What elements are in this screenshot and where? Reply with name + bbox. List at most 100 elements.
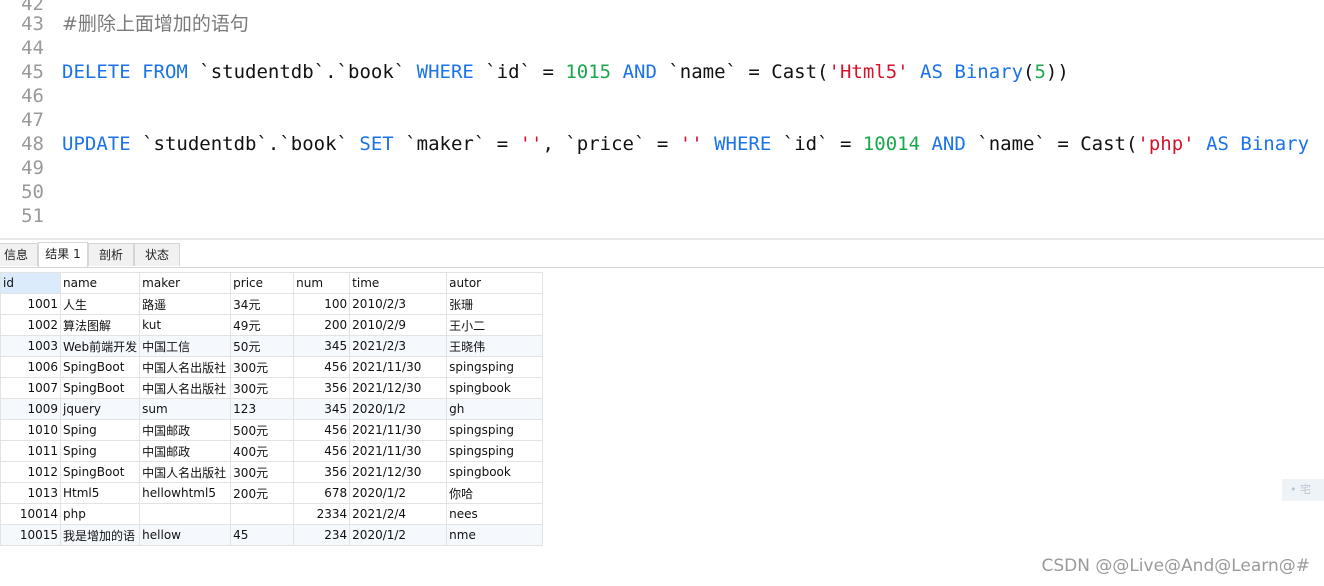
cell-name[interactable]: 人生 — [59, 293, 141, 315]
column-header-maker[interactable]: maker — [139, 272, 232, 294]
cell-maker[interactable]: 中国工信 — [139, 335, 232, 357]
cell-autor[interactable]: spingbook — [446, 461, 544, 483]
cell-price[interactable]: 200元 — [230, 482, 295, 504]
column-header-num[interactable]: num — [293, 272, 351, 294]
tab-profile[interactable]: 剖析 — [88, 243, 134, 266]
table-row[interactable]: 1009 jquery sum 123 345 2020/1/2 gh — [0, 398, 544, 420]
table-row[interactable]: 1003 Web前端开发 中国工信 50元 345 2021/2/3 王晓伟 — [0, 335, 544, 357]
cell-id[interactable]: 1011 — [0, 440, 61, 462]
cell-maker[interactable]: 中国邮政 — [139, 419, 232, 441]
code-line[interactable]: 47 — [0, 108, 1324, 132]
cell-time[interactable]: 2021/11/30 — [349, 440, 448, 462]
cell-autor[interactable]: 你哈 — [446, 482, 544, 504]
cell-name[interactable]: SpingBoot — [59, 377, 141, 399]
cell-price[interactable]: 45 — [230, 524, 295, 546]
cell-name[interactable]: SpingBoot — [59, 461, 141, 483]
cell-time[interactable]: 2020/1/2 — [349, 398, 448, 420]
table-row[interactable]: 10015 我是增加的语 hellow 45 234 2020/1/2 nme — [0, 524, 544, 546]
cell-price[interactable]: 49元 — [230, 314, 295, 336]
cell-num[interactable]: 345 — [293, 335, 351, 357]
cell-maker[interactable]: sum — [139, 398, 232, 420]
cell-time[interactable]: 2021/2/4 — [349, 503, 448, 525]
cell-id[interactable]: 1010 — [0, 419, 61, 441]
code-line[interactable]: 46 — [0, 84, 1324, 108]
cell-name[interactable]: Sping — [59, 419, 141, 441]
cell-id[interactable]: 1002 — [0, 314, 61, 336]
cell-time[interactable]: 2010/2/3 — [349, 293, 448, 315]
column-header-price[interactable]: price — [230, 272, 295, 294]
column-header-time[interactable]: time — [349, 272, 448, 294]
cell-price[interactable] — [230, 503, 295, 525]
code-line[interactable]: 51 — [0, 204, 1324, 228]
cell-num[interactable]: 100 — [293, 293, 351, 315]
column-header-id[interactable]: id — [0, 272, 61, 294]
cell-id[interactable]: 1006 — [0, 356, 61, 378]
cell-id[interactable]: 10014 — [0, 503, 61, 525]
code-line[interactable]: 48 UPDATE `studentdb`.`book` SET `maker` … — [0, 132, 1324, 156]
cell-autor[interactable]: 王小二 — [446, 314, 544, 336]
sql-editor[interactable]: 42 43 #删除上面增加的语句 44 45 DELETE FROM `studentdb… — [0, 0, 1324, 240]
cell-maker[interactable]: hellowhtml5 — [139, 482, 232, 504]
table-row[interactable]: 1002 算法图解 kut 49元 200 2010/2/9 王小二 — [0, 314, 544, 336]
cell-name[interactable]: 我是增加的语 — [59, 524, 141, 546]
cell-name[interactable]: jquery — [59, 398, 141, 420]
cell-name[interactable]: SpingBoot — [59, 356, 141, 378]
column-header-autor[interactable]: autor — [446, 272, 544, 294]
cell-price[interactable]: 500元 — [230, 419, 295, 441]
cell-autor[interactable]: spingbook — [446, 377, 544, 399]
cell-price[interactable]: 50元 — [230, 335, 295, 357]
code-line[interactable]: 49 — [0, 156, 1324, 180]
tab-result-1[interactable]: 结果 1 — [38, 242, 88, 267]
cell-num[interactable]: 678 — [293, 482, 351, 504]
cell-maker[interactable]: 路遥 — [139, 293, 232, 315]
table-row[interactable]: 1013 Html5 hellowhtml5 200元 678 2020/1/2 你哈 — [0, 482, 544, 504]
cell-time[interactable]: 2010/2/9 — [349, 314, 448, 336]
cell-name[interactable]: Sping — [59, 440, 141, 462]
table-row[interactable]: 1011 Sping 中国邮政 400元 456 2021/11/30 spingsping — [0, 440, 544, 462]
cell-maker[interactable] — [139, 503, 232, 525]
table-row[interactable]: 1012 SpingBoot 中国人名出版社 300元 356 2021/12/30 spi… — [0, 461, 544, 483]
cell-autor[interactable]: 王晓伟 — [446, 335, 544, 357]
table-row[interactable]: 1010 Sping 中国邮政 500元 456 2021/11/30 spingsping — [0, 419, 544, 441]
cell-name[interactable]: Html5 — [59, 482, 141, 504]
cell-time[interactable]: 2020/1/2 — [349, 482, 448, 504]
cell-num[interactable]: 2334 — [293, 503, 351, 525]
cell-price[interactable]: 400元 — [230, 440, 295, 462]
table-row[interactable]: 1006 SpingBoot 中国人名出版社 300元 456 2021/11/30 spi… — [0, 356, 544, 378]
cell-autor[interactable]: nees — [446, 503, 544, 525]
cell-num[interactable]: 456 — [293, 440, 351, 462]
cell-num[interactable]: 234 — [293, 524, 351, 546]
cell-name[interactable]: php — [59, 503, 141, 525]
cell-num[interactable]: 456 — [293, 419, 351, 441]
tab-status[interactable]: 状态 — [134, 243, 180, 266]
cell-id[interactable]: 1001 — [0, 293, 61, 315]
table-row[interactable]: 10014 php 2334 2021/2/4 nees — [0, 503, 544, 525]
cell-name[interactable]: 算法图解 — [59, 314, 141, 336]
column-header-name[interactable]: name — [59, 272, 141, 294]
cell-price[interactable]: 300元 — [230, 377, 295, 399]
cell-price[interactable]: 300元 — [230, 461, 295, 483]
cell-num[interactable]: 200 — [293, 314, 351, 336]
cell-autor[interactable]: spingsping — [446, 356, 544, 378]
cell-time[interactable]: 2021/12/30 — [349, 377, 448, 399]
cell-autor[interactable]: spingsping — [446, 419, 544, 441]
cell-time[interactable]: 2021/2/3 — [349, 335, 448, 357]
cell-maker[interactable]: 中国人名出版社 — [139, 461, 232, 483]
code-line[interactable]: 50 — [0, 180, 1324, 204]
cell-autor[interactable]: spingsping — [446, 440, 544, 462]
cell-id[interactable]: 1012 — [0, 461, 61, 483]
cell-autor[interactable]: 张珊 — [446, 293, 544, 315]
cell-price[interactable]: 34元 — [230, 293, 295, 315]
cell-name[interactable]: Web前端开发 — [59, 335, 141, 357]
code-line[interactable]: 44 — [0, 36, 1324, 60]
cell-num[interactable]: 345 — [293, 398, 351, 420]
cell-price[interactable]: 300元 — [230, 356, 295, 378]
code-line[interactable]: 45 DELETE FROM `studentdb`.`book` WHERE `… — [0, 60, 1324, 84]
cell-time[interactable]: 2021/12/30 — [349, 461, 448, 483]
cell-autor[interactable]: nme — [446, 524, 544, 546]
tab-info[interactable]: 信息 — [0, 243, 38, 266]
cell-time[interactable]: 2021/11/30 — [349, 419, 448, 441]
cell-time[interactable]: 2021/11/30 — [349, 356, 448, 378]
cell-num[interactable]: 356 — [293, 377, 351, 399]
cell-maker[interactable]: hellow — [139, 524, 232, 546]
